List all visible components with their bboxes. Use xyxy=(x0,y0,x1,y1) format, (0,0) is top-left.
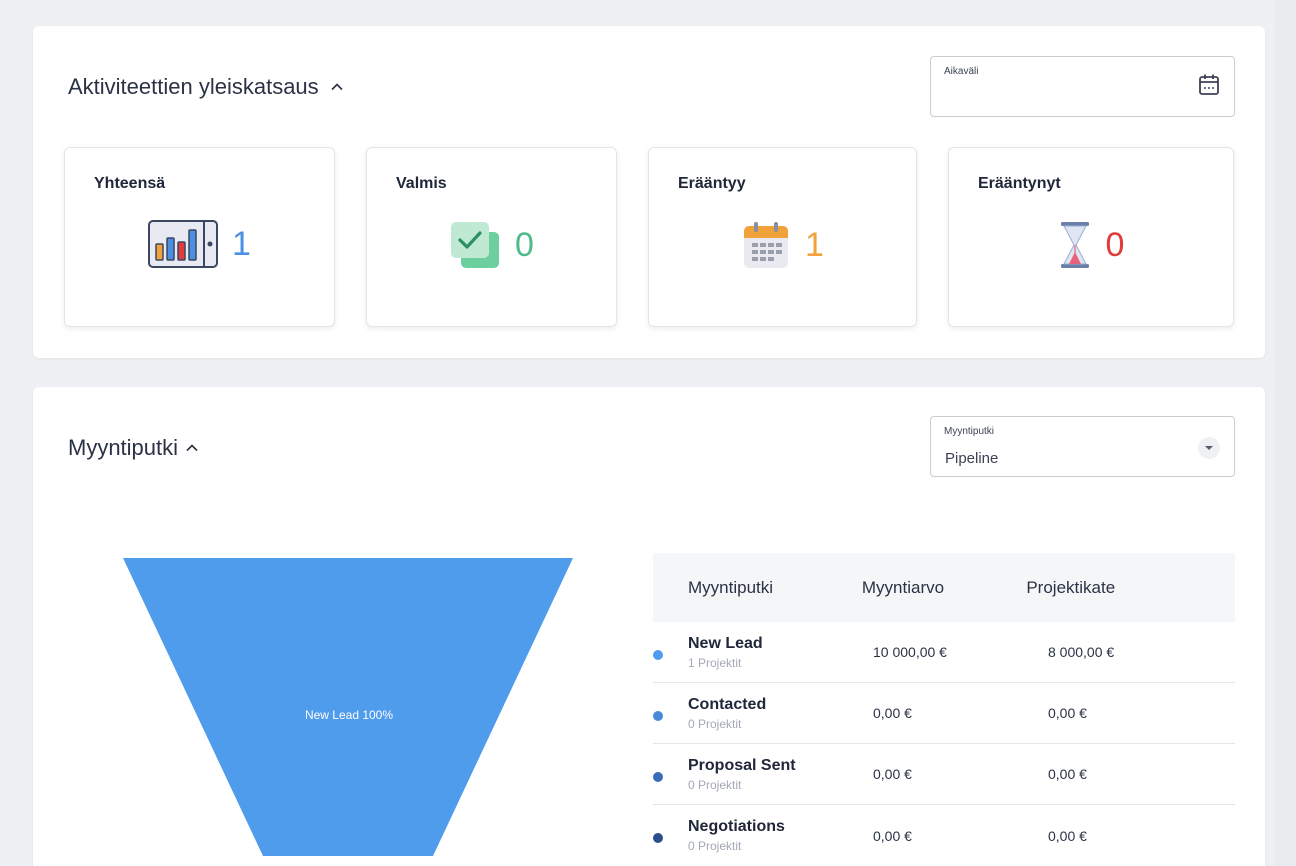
pipeline-select-label: Myyntiputki xyxy=(944,426,995,437)
sales-funnel-chart: New Lead 100% xyxy=(123,558,573,856)
dropdown-arrow-icon[interactable] xyxy=(1198,437,1220,459)
funnel-segment-new-lead[interactable] xyxy=(123,558,573,856)
table-row[interactable]: Negotiations 0 Projektit 0,00 € 0,00 € xyxy=(653,805,1235,866)
calendar-icon xyxy=(744,222,789,268)
stat-card-title: Valmis xyxy=(396,175,447,192)
column-header-margin: Projektikate xyxy=(1026,577,1116,597)
pipeline-table: Myyntiputki Myyntiarvo Projektikate New … xyxy=(653,553,1235,866)
stat-card-done[interactable]: Valmis 0 xyxy=(366,147,617,327)
pipeline-title: Myyntiputki xyxy=(68,435,179,460)
stage-dot xyxy=(653,650,663,660)
stage-project-count: 0 Projektit xyxy=(688,839,742,853)
table-row[interactable]: Proposal Sent 0 Projektit 0,00 € 0,00 € xyxy=(653,744,1235,805)
stage-sales-value: 0,00 € xyxy=(873,766,912,782)
date-range-field[interactable]: Aikaväli xyxy=(930,56,1235,117)
stage-name: Contacted xyxy=(688,695,767,713)
date-range-label: Aikaväli xyxy=(944,66,979,77)
stage-sales-value: 10 000,00 € xyxy=(873,644,947,660)
stage-name: Proposal Sent xyxy=(688,756,796,774)
calendar-icon[interactable] xyxy=(1198,73,1220,97)
funnel-segment-label: New Lead 100% xyxy=(305,708,393,722)
stage-project-margin: 8 000,00 € xyxy=(1048,644,1115,660)
column-header-value: Myyntiarvo xyxy=(861,577,945,597)
stage-project-margin: 0,00 € xyxy=(1048,766,1087,782)
table-row[interactable]: New Lead 1 Projektit 10 000,00 € 8 000,0… xyxy=(653,622,1235,683)
stat-card-title: Yhteensä xyxy=(94,175,166,192)
stage-project-margin: 0,00 € xyxy=(1048,827,1087,844)
activities-header[interactable]: Aktiviteettien yleiskatsaus xyxy=(68,74,345,100)
activities-panel: Aktiviteettien yleiskatsaus Aikaväli Yht… xyxy=(33,26,1265,358)
table-row[interactable]: Contacted 0 Projektit 0,00 € 0,00 € xyxy=(653,683,1235,744)
stage-dot xyxy=(653,711,663,721)
stage-name: Negotiations xyxy=(688,818,785,835)
activities-title: Aktiviteettien yleiskatsaus xyxy=(68,74,319,99)
stat-card-due[interactable]: Erääntyy 1 xyxy=(648,147,917,327)
table-header: Myyntiputki Myyntiarvo Projektikate xyxy=(653,553,1235,622)
pipeline-header[interactable]: Myyntiputki xyxy=(68,435,200,461)
page-scroll-gutter xyxy=(1274,0,1296,866)
stat-card-overdue[interactable]: Erääntynyt 0 xyxy=(948,147,1234,327)
stage-project-count: 1 Projektit xyxy=(688,655,742,670)
stat-card-value: 1 xyxy=(805,225,824,264)
stat-card-value: 1 xyxy=(232,224,251,263)
checkbox-icon xyxy=(451,222,500,268)
stat-card-title: Erääntynyt xyxy=(978,175,1061,192)
chevron-up-icon[interactable] xyxy=(184,440,200,456)
stat-card-title: Erääntyy xyxy=(678,175,746,192)
stage-sales-value: 0,00 € xyxy=(873,705,912,721)
pipeline-select[interactable]: Myyntiputki Pipeline xyxy=(930,416,1235,477)
bar-chart-icon xyxy=(148,220,219,268)
stat-card-value: 0 xyxy=(1105,225,1125,264)
pipeline-select-value[interactable]: Pipeline xyxy=(945,450,998,467)
stage-project-margin: 0,00 € xyxy=(1048,705,1087,721)
stage-name: New Lead xyxy=(688,634,763,652)
stage-sales-value: 0,00 € xyxy=(873,827,912,844)
stage-project-count: 0 Projektit xyxy=(688,716,742,731)
stage-dot xyxy=(653,772,663,782)
column-header-stage: Myyntiputki xyxy=(688,577,774,597)
stage-project-count: 0 Projektit xyxy=(688,777,742,792)
stage-dot xyxy=(653,833,663,843)
chevron-up-icon[interactable] xyxy=(329,79,345,95)
hourglass-icon xyxy=(1060,222,1089,268)
stat-card-value: 0 xyxy=(515,225,534,264)
pipeline-panel: Myyntiputki Myyntiputki Pipeline New Lea… xyxy=(33,387,1265,866)
stat-card-total[interactable]: Yhteensä 1 xyxy=(64,147,335,327)
